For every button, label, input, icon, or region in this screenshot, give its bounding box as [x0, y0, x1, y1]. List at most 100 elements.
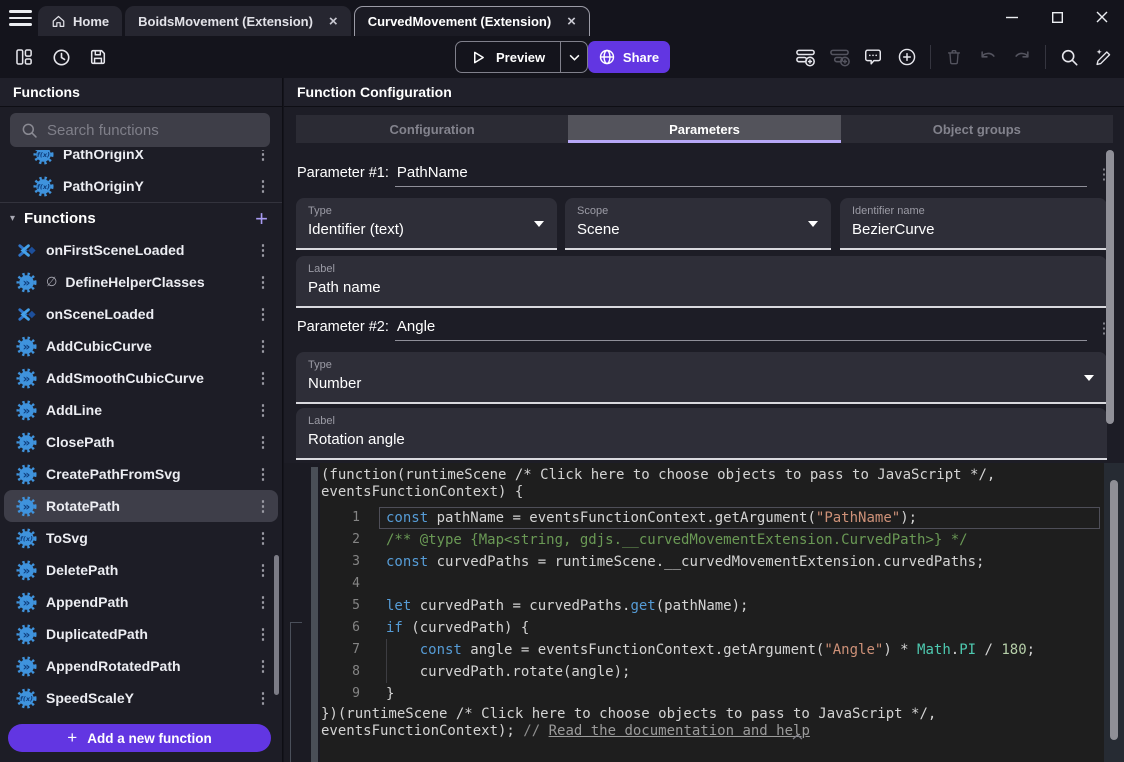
tab-object-groups[interactable]: Object groups — [841, 115, 1113, 143]
share-button[interactable]: Share — [588, 41, 670, 73]
function-list-item-definehelperclasses[interactable]: »∅DefineHelperClasses⋮ — [0, 266, 282, 298]
kebab-menu-icon[interactable]: ⋮ — [254, 273, 272, 291]
param1-scope-field[interactable]: Scope Scene — [565, 198, 831, 250]
param2-label-field[interactable]: Label Rotation angle — [296, 408, 1107, 460]
code-line-3[interactable]: 3const curvedPaths = runtimeScene.__curv… — [320, 551, 1104, 573]
kebab-menu-icon[interactable]: ⋮ — [254, 593, 272, 611]
add-comment-icon[interactable] — [862, 46, 884, 68]
search-functions-input[interactable] — [47, 122, 259, 139]
kebab-menu-icon[interactable]: ⋮ — [254, 369, 272, 387]
code-line-7[interactable]: 7 const angle = eventsFunctionContext.ge… — [320, 639, 1104, 661]
kebab-menu-icon[interactable]: ⋮ — [254, 177, 272, 195]
function-list-item-appendrotatedpath[interactable]: »AppendRotatedPath⋮ — [0, 650, 282, 682]
function-list-item-speedscaley[interactable]: f(x)SpeedScaleY⋮ — [0, 682, 282, 714]
add-circle-icon[interactable] — [896, 46, 918, 68]
dropdown-arrow-icon[interactable] — [534, 221, 544, 227]
kebab-menu-icon[interactable]: ⋮ — [254, 150, 272, 163]
code-line-1[interactable]: 1const pathName = eventsFunctionContext.… — [320, 507, 1104, 529]
search-icon[interactable] — [1058, 46, 1080, 68]
dropdown-arrow-icon[interactable] — [808, 221, 818, 227]
function-list-item-onfirstsceneloaded[interactable]: onFirstSceneLoaded⋮ — [0, 234, 282, 266]
preview-button[interactable]: Preview — [455, 41, 588, 73]
field-value: Rotation angle — [308, 431, 1095, 448]
event-drag-handle[interactable] — [311, 467, 318, 762]
function-list-item-onsceneloaded[interactable]: onSceneLoaded⋮ — [0, 298, 282, 330]
code-line-6[interactable]: 6if (curvedPath) { — [320, 617, 1104, 639]
code-token: "Angle" — [824, 642, 883, 658]
code-token: curvedPath = curvedPaths. — [411, 598, 630, 614]
config-tabs: Configuration Parameters Object groups — [296, 115, 1113, 143]
param2-type-field[interactable]: Type Number — [296, 352, 1107, 404]
param1-label-field[interactable]: Label Path name — [296, 256, 1107, 308]
kebab-menu-icon[interactable]: ⋮ — [254, 241, 272, 259]
dropdown-arrow-icon[interactable] — [1084, 375, 1094, 381]
function-list-item-addline[interactable]: »AddLine⋮ — [0, 394, 282, 426]
close-icon[interactable]: × — [329, 14, 338, 29]
function-list-item-duplicatedpath[interactable]: »DuplicatedPath⋮ — [0, 618, 282, 650]
tab-home[interactable]: Home — [38, 6, 122, 36]
param1-identifier-field[interactable]: Identifier name BezierCurve — [840, 198, 1107, 250]
code-lines[interactable]: 1const pathName = eventsFunctionContext.… — [320, 507, 1104, 705]
code-line-4[interactable]: 4 — [320, 573, 1104, 595]
tab-parameters[interactable]: Parameters — [568, 115, 840, 143]
code-header[interactable]: (function(runtimeScene /* Click here to … — [321, 467, 995, 500]
minimize-icon[interactable] — [1003, 8, 1021, 26]
kebab-menu-icon[interactable]: ⋮ — [254, 433, 272, 451]
function-list-item-addcubiccurve[interactable]: »AddCubicCurve⋮ — [0, 330, 282, 362]
tab-boidsmovement[interactable]: BoidsMovement (Extension) × — [125, 6, 351, 36]
preview-main[interactable]: Preview — [456, 42, 560, 72]
function-list-item-addsmoothcubiccurve[interactable]: »AddSmoothCubicCurve⋮ — [0, 362, 282, 394]
function-list-item-deletepath[interactable]: »DeletePath⋮ — [0, 554, 282, 586]
code-line-2[interactable]: 2/** @type {Map<string, gdjs.__curvedMov… — [320, 529, 1104, 551]
tab-configuration[interactable]: Configuration — [296, 115, 568, 143]
add-function-plus-icon[interactable]: + — [255, 208, 268, 230]
field-label: Type — [308, 205, 545, 217]
kebab-menu-icon[interactable]: ⋮ — [254, 305, 272, 323]
kebab-menu-icon[interactable]: ⋮ — [254, 465, 272, 483]
preview-options-button[interactable] — [560, 42, 587, 72]
function-list-item-tosvg[interactable]: f(x)ToSvg⋮ — [0, 522, 282, 554]
function-list-item-rotatepath[interactable]: »RotatePath⋮ — [4, 490, 278, 522]
function-list-item-appendpath[interactable]: »AppendPath⋮ — [0, 586, 282, 618]
code-line-5[interactable]: 5let curvedPath = curvedPaths.get(pathNa… — [320, 595, 1104, 617]
edit-extension-icon[interactable] — [1092, 46, 1114, 68]
add-new-function-button[interactable]: + Add a new function — [8, 724, 271, 752]
collapse-up-icon[interactable] — [792, 733, 803, 741]
functions-section-header[interactable]: ▾ Functions + — [0, 202, 282, 234]
config-scrollbar[interactable] — [1106, 150, 1114, 424]
code-scrollbar-thumb[interactable] — [1110, 480, 1118, 740]
function-list-item-closepath[interactable]: »ClosePath⋮ — [0, 426, 282, 458]
kebab-menu-icon[interactable]: ⋮ — [254, 529, 272, 547]
kebab-menu-icon[interactable]: ⋮ — [254, 561, 272, 579]
code-editor[interactable]: (function(runtimeScene /* Click here to … — [320, 463, 1104, 762]
parameter-1-name-input[interactable]: PathName — [395, 164, 1087, 187]
maximize-icon[interactable] — [1048, 8, 1066, 26]
function-name: AppendPath — [46, 594, 128, 610]
documentation-link[interactable]: Read the documentation and help — [549, 723, 810, 739]
function-list-item-pathoriginx[interactable]: f(x)PathOriginX⋮ — [0, 150, 282, 170]
kebab-menu-icon[interactable]: ⋮ — [254, 401, 272, 419]
kebab-menu-icon[interactable]: ⋮ — [254, 657, 272, 675]
search-box[interactable] — [10, 113, 270, 147]
sidebar-scrollbar[interactable] — [274, 555, 279, 695]
function-list-item-pathoriginy[interactable]: f(x)PathOriginY⋮ — [0, 170, 282, 202]
code-line-8[interactable]: 8 curvedPath.rotate(angle); — [320, 661, 1104, 683]
kebab-menu-icon[interactable]: ⋮ — [254, 337, 272, 355]
code-line-9[interactable]: 9} — [320, 683, 1104, 705]
collapse-caret-icon[interactable]: ▾ — [10, 213, 15, 224]
add-event-icon[interactable] — [794, 46, 816, 68]
history-icon[interactable] — [50, 46, 72, 68]
tab-curvedmovement[interactable]: CurvedMovement (Extension) × — [354, 6, 590, 36]
function-list-item-createpathfromsvg[interactable]: »CreatePathFromSvg⋮ — [0, 458, 282, 490]
parameter-2-name-input[interactable]: Angle — [395, 318, 1087, 341]
code-scrollbar-track[interactable] — [1104, 463, 1124, 762]
close-icon[interactable]: × — [567, 14, 576, 29]
kebab-menu-icon[interactable]: ⋮ — [254, 625, 272, 643]
kebab-menu-icon[interactable]: ⋮ — [254, 497, 272, 515]
param1-type-field[interactable]: Type Identifier (text) — [296, 198, 557, 250]
main-menu-icon[interactable] — [9, 10, 32, 26]
kebab-menu-icon[interactable]: ⋮ — [254, 689, 272, 707]
save-icon[interactable] — [87, 46, 109, 68]
panels-icon[interactable] — [13, 46, 35, 68]
close-window-icon[interactable] — [1093, 8, 1111, 26]
